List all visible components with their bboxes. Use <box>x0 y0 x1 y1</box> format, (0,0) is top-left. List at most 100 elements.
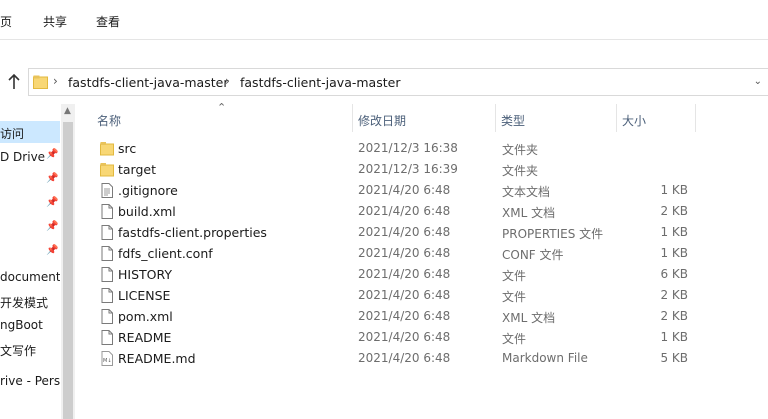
file-icon <box>101 267 113 282</box>
nav-item-label: D Drive <box>0 150 46 164</box>
sort-ascending-icon: ⌃ <box>217 101 227 114</box>
nav-item-label: 文写作 <box>0 344 37 358</box>
file-size: 1 KB <box>660 225 688 239</box>
file-modified-date: 2021/4/20 6:48 <box>358 288 451 302</box>
file-size: 2 KB <box>660 309 688 323</box>
file-icon <box>101 309 113 324</box>
nav-item-pinned[interactable]: 📌 <box>0 194 60 216</box>
file-modified-date: 2021/4/20 6:48 <box>358 225 451 239</box>
file-name: target <box>118 162 157 177</box>
file-modified-date: 2021/12/3 16:38 <box>358 141 458 155</box>
file-name: fdfs_client.conf <box>118 246 213 261</box>
table-row[interactable]: build.xml 2021/4/20 6:48 XML 文档 2 KB <box>77 201 768 222</box>
text-file-icon <box>101 183 113 198</box>
column-divider[interactable] <box>495 104 496 132</box>
table-row[interactable]: fastdfs-client.properties 2021/4/20 6:48 P… <box>77 222 768 243</box>
file-name: README <box>118 330 172 345</box>
file-type: 文本文档 <box>502 185 551 199</box>
file-name: LICENSE <box>118 288 171 303</box>
ribbon-tab-home[interactable]: 页 <box>0 13 12 30</box>
nav-scrollbar[interactable]: ▲ <box>61 104 75 419</box>
nav-item-label: ngBoot <box>0 318 43 332</box>
column-header-row: ⌃ 名称 修改日期 类型 大小 <box>77 101 768 132</box>
table-row[interactable]: pom.xml 2021/4/20 6:48 XML 文档 2 KB <box>77 306 768 327</box>
table-row[interactable]: LICENSE 2021/4/20 6:48 文件 2 KB <box>77 285 768 306</box>
file-name: build.xml <box>118 204 176 219</box>
file-size: 1 KB <box>660 183 688 197</box>
column-divider[interactable] <box>616 104 617 132</box>
nav-item-springboot[interactable]: ngBoot <box>0 314 60 336</box>
address-bar[interactable]: › fastdfs-client-java-master › fastdfs-c… <box>28 68 768 96</box>
table-row[interactable]: M↓ README.md 2021/4/20 6:48 Markdown File 5 … <box>77 348 768 369</box>
file-type: 文件 <box>502 269 527 283</box>
column-divider[interactable] <box>695 104 696 132</box>
file-name: fastdfs-client.properties <box>118 225 267 240</box>
table-row[interactable]: .gitignore 2021/4/20 6:48 文本文档 1 KB <box>77 180 768 201</box>
file-modified-date: 2021/12/3 16:39 <box>358 162 458 176</box>
table-row[interactable]: src 2021/12/3 16:38 文件夹 <box>77 138 768 159</box>
pin-icon: 📌 <box>46 245 59 256</box>
file-modified-date: 2021/4/20 6:48 <box>358 267 451 281</box>
pin-icon: 📌 <box>46 173 59 184</box>
file-modified-date: 2021/4/20 6:48 <box>358 330 451 344</box>
file-size: 2 KB <box>660 204 688 218</box>
file-type: 文件夹 <box>502 143 539 157</box>
column-header-date[interactable]: 修改日期 <box>358 112 406 129</box>
column-divider[interactable] <box>352 104 353 132</box>
scrollbar-thumb[interactable] <box>63 122 73 419</box>
pin-icon: 📌 <box>46 149 59 160</box>
table-row[interactable]: fdfs_client.conf 2021/4/20 6:48 CONF 文件 1 K… <box>77 243 768 264</box>
chevron-down-icon[interactable]: ⌄ <box>754 76 762 87</box>
folder-icon <box>100 142 114 156</box>
file-modified-date: 2021/4/20 6:48 <box>358 246 451 260</box>
nav-item-d-drive[interactable]: D Drive 📌 <box>0 146 60 168</box>
nav-item-pinned[interactable]: 📌 <box>0 242 60 264</box>
folder-icon <box>33 75 48 89</box>
file-modified-date: 2021/4/20 6:48 <box>358 309 451 323</box>
nav-item-onedrive[interactable]: rive - Perso <box>0 370 60 392</box>
table-row[interactable]: target 2021/12/3 16:39 文件夹 <box>77 159 768 180</box>
breadcrumb-item[interactable]: fastdfs-client-java-master <box>240 75 400 90</box>
file-type: PROPERTIES 文件 <box>502 227 604 241</box>
pin-icon: 📌 <box>46 221 59 232</box>
file-modified-date: 2021/4/20 6:48 <box>358 183 451 197</box>
file-modified-date: 2021/4/20 6:48 <box>358 204 451 218</box>
file-name: src <box>118 141 137 156</box>
nav-item-pinned[interactable]: 📌 <box>0 170 60 192</box>
ribbon-tab-view[interactable]: 查看 <box>96 13 120 30</box>
column-header-name[interactable]: 名称 <box>97 112 121 129</box>
nav-item-label: rive - Perso <box>0 374 60 388</box>
column-header-size[interactable]: 大小 <box>622 112 646 129</box>
breadcrumb-item[interactable]: fastdfs-client-java-master <box>68 75 228 90</box>
nav-item-document[interactable]: document <box>0 266 60 288</box>
navigation-pane: 访问 D Drive 📌 📌 📌 📌 📌 document 开发模式 ngBoo… <box>0 104 60 419</box>
nav-item-quick-access[interactable]: 访问 <box>0 121 60 143</box>
file-size: 5 KB <box>660 351 688 365</box>
up-arrow-icon[interactable] <box>6 73 22 91</box>
file-name: pom.xml <box>118 309 173 324</box>
file-type: XML 文档 <box>502 206 556 220</box>
nav-item-writing[interactable]: 文写作 <box>0 338 60 360</box>
file-icon <box>101 204 113 219</box>
table-row[interactable]: README 2021/4/20 6:48 文件 1 KB <box>77 327 768 348</box>
pin-icon: 📌 <box>46 197 59 208</box>
file-name: README.md <box>118 351 196 366</box>
nav-item-dev-mode[interactable]: 开发模式 <box>0 290 60 312</box>
file-type: 文件夹 <box>502 164 539 178</box>
file-size: 6 KB <box>660 267 688 281</box>
nav-item-pinned[interactable]: 📌 <box>0 218 60 240</box>
markdown-file-icon: M↓ <box>101 351 113 366</box>
table-row[interactable]: HISTORY 2021/4/20 6:48 文件 6 KB <box>77 264 768 285</box>
address-row: › fastdfs-client-java-master › fastdfs-c… <box>0 64 768 100</box>
scroll-up-icon[interactable]: ▲ <box>64 106 71 116</box>
column-header-type[interactable]: 类型 <box>501 112 525 129</box>
svg-text:M↓: M↓ <box>103 358 112 364</box>
file-modified-date: 2021/4/20 6:48 <box>358 351 451 365</box>
ribbon-tab-share[interactable]: 共享 <box>43 13 67 30</box>
file-icon <box>101 225 113 240</box>
file-size: 1 KB <box>660 246 688 260</box>
nav-item-label: document <box>0 270 60 284</box>
ribbon-bar: 页 共享 查看 <box>0 0 768 40</box>
breadcrumb-separator: › <box>225 74 230 88</box>
file-list: ⌃ 名称 修改日期 类型 大小 src 2021/12/3 16:38 文件夹 tar… <box>77 101 768 419</box>
